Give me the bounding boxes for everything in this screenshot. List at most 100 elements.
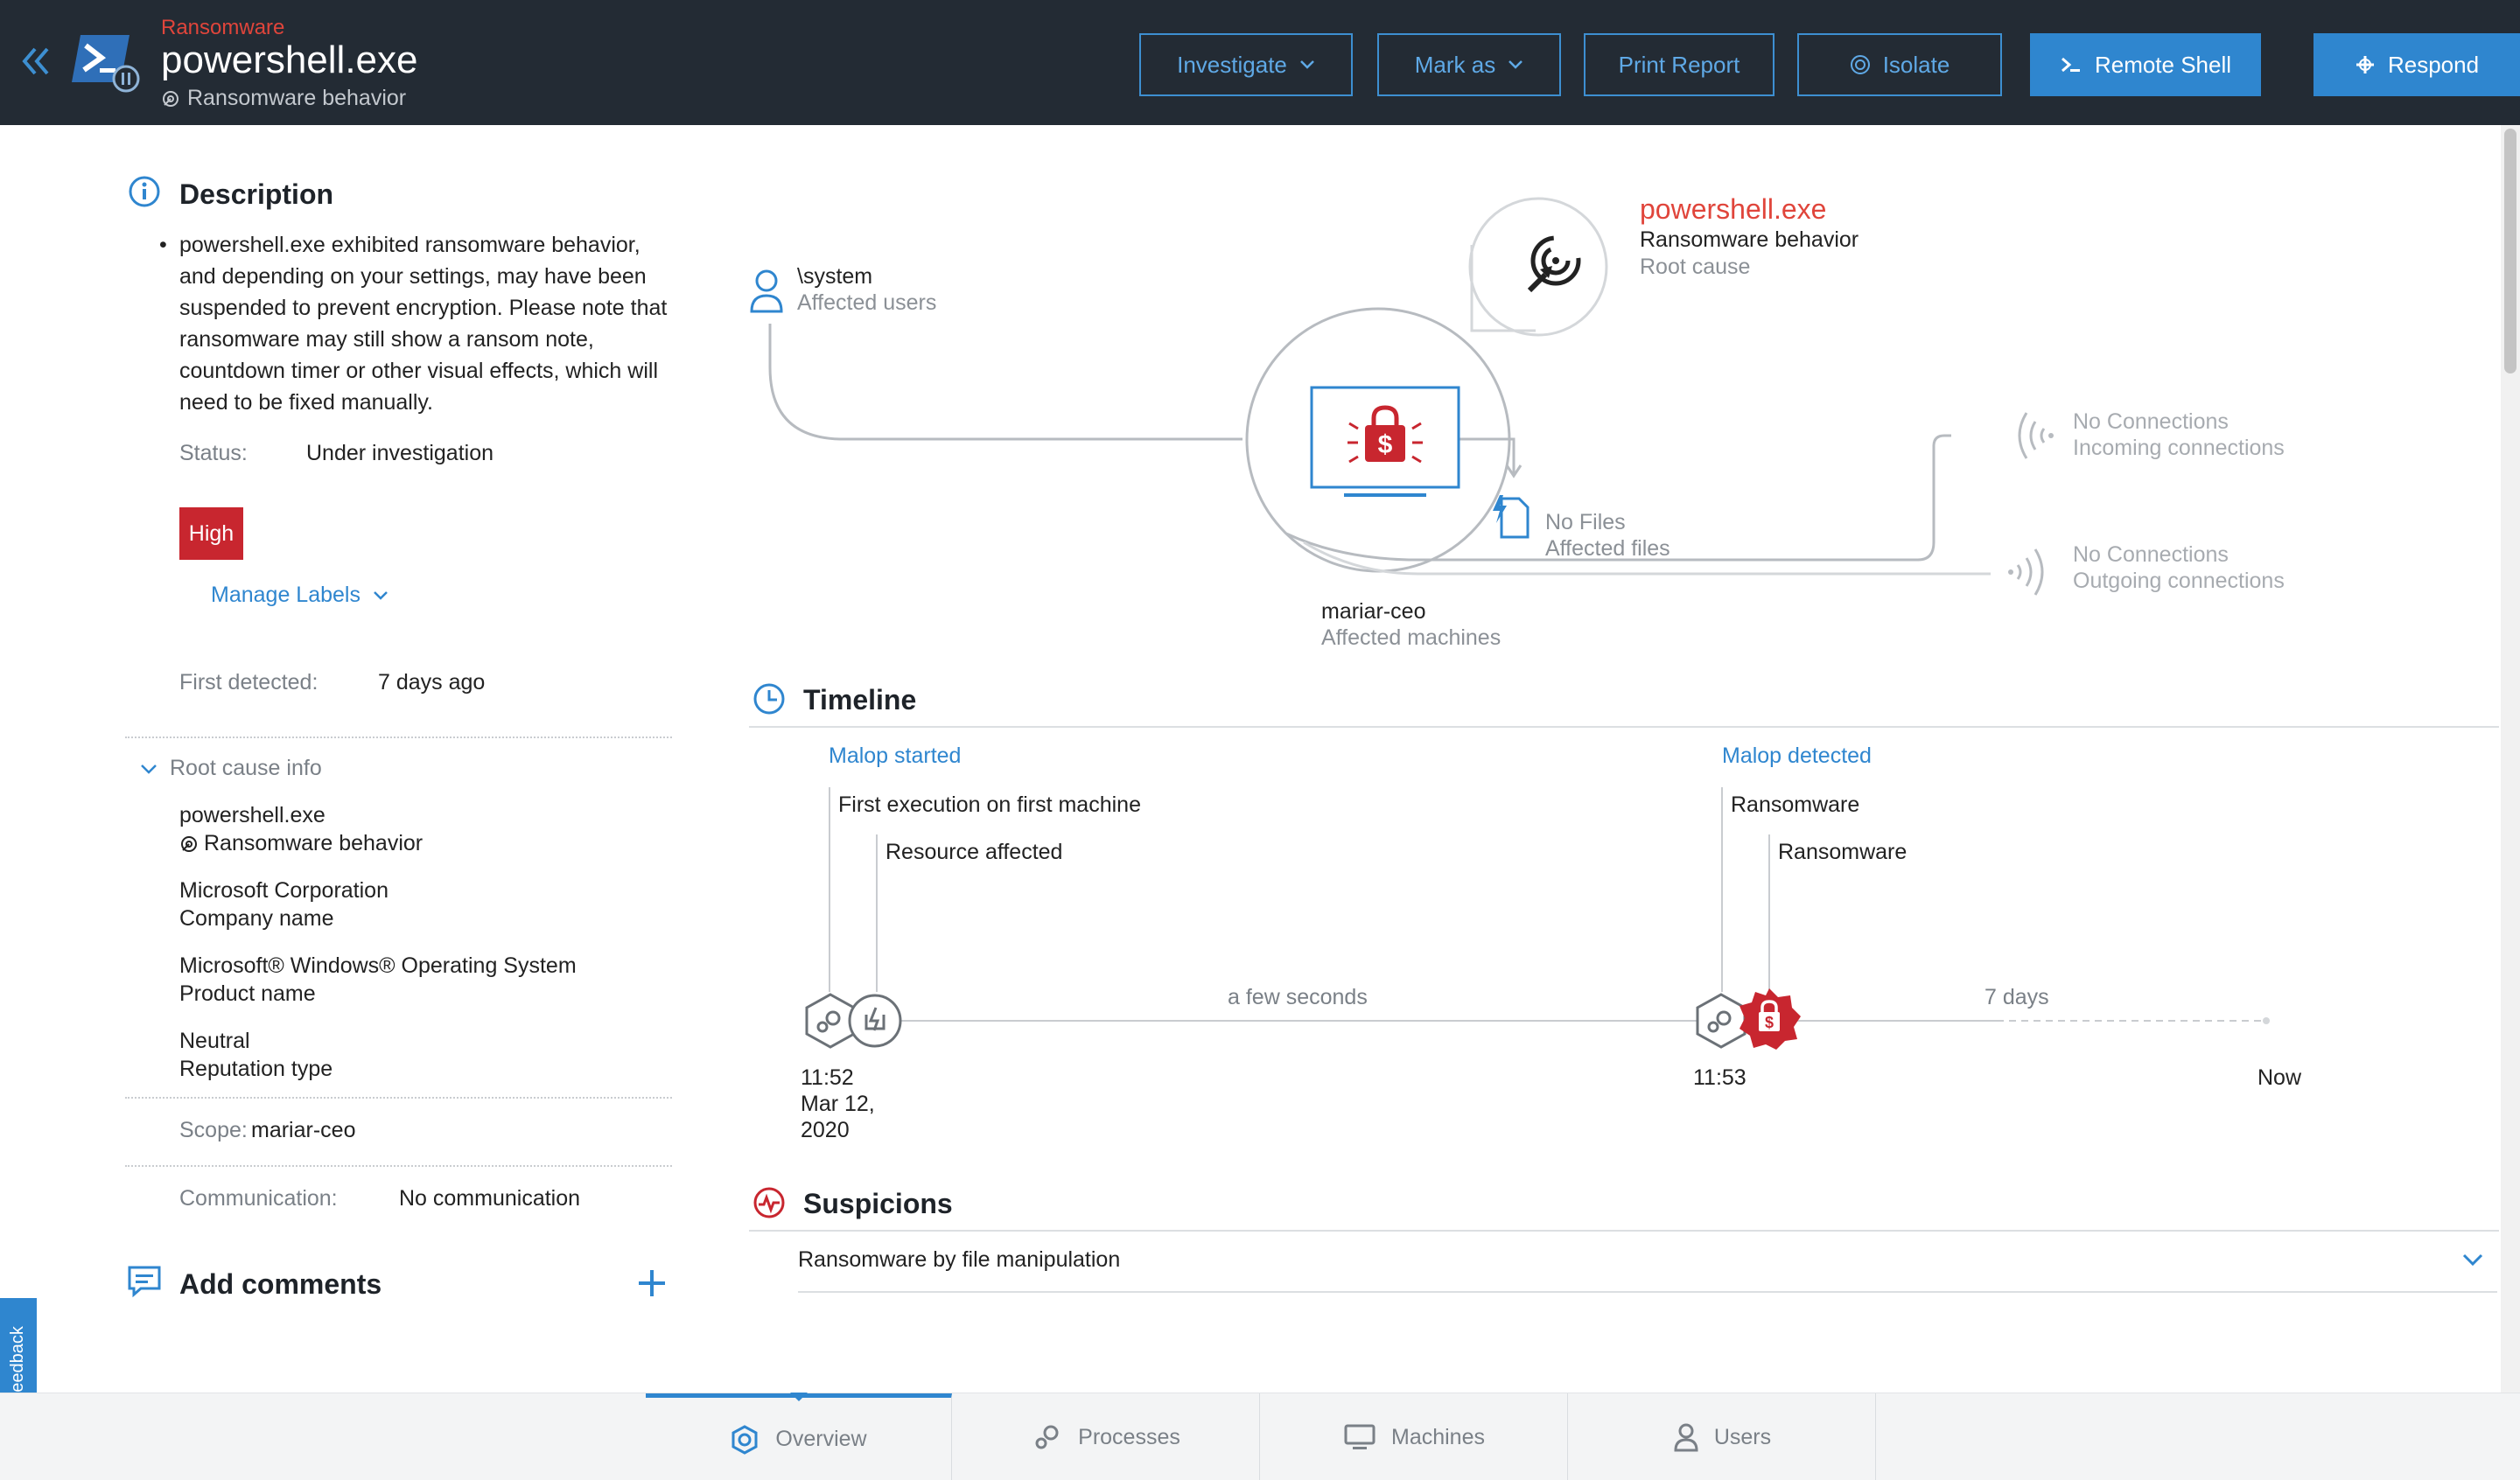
tab-users[interactable]: Users [1570, 1393, 1876, 1480]
root-cause-info-heading: Root cause info [170, 756, 322, 780]
resource-affected-icon[interactable] [846, 992, 904, 1050]
root-cause-info-toggle[interactable]: Root cause info [140, 756, 322, 781]
back-chevron-icon[interactable] [18, 42, 56, 80]
outgoing-connections-value: No Connections [2073, 542, 2229, 567]
isolate-icon [1850, 55, 1870, 74]
scrollbar[interactable] [2501, 125, 2520, 1393]
print-report-button[interactable]: Print Report [1584, 33, 1774, 96]
manage-labels-link[interactable]: Manage Labels [211, 583, 388, 608]
tab-machines[interactable]: Machines [1262, 1393, 1568, 1480]
feedback-label: Feedback [8, 1326, 27, 1403]
mark-as-label: Mark as [1414, 51, 1496, 78]
processes-gear-icon [1035, 1425, 1059, 1449]
mark-as-dropdown[interactable]: Mark as [1377, 33, 1561, 96]
chevron-down-icon[interactable] [2462, 1253, 2483, 1267]
tab-overview-label: Overview [775, 1427, 867, 1451]
status-label: Status: [179, 441, 248, 465]
root-cause-behavior: Ransomware behavior [1640, 227, 1859, 252]
suspicions-pulse-icon [753, 1187, 785, 1218]
outgoing-connections-label: Outgoing connections [2073, 569, 2285, 593]
file-icon [1493, 495, 1530, 539]
scope-value: mariar-ceo [251, 1118, 356, 1142]
detected-time: 11:53 [1693, 1065, 1746, 1090]
affected-machine-label: Affected machines [1321, 625, 1502, 650]
malop-detected-label: Malop detected [1722, 743, 1872, 768]
malop-title: powershell.exe [161, 38, 418, 81]
comment-icon [128, 1266, 161, 1298]
suspicion-name: Ransomware by file manipulation [798, 1247, 1121, 1272]
root-cause-target-icon [1527, 235, 1581, 293]
svg-text:$: $ [1765, 1014, 1774, 1031]
malop-subtitle-text: Ransomware behavior [187, 86, 407, 110]
affected-files-value: No Files [1545, 510, 1626, 534]
malop-category: Ransomware [161, 16, 285, 39]
remote-shell-button[interactable]: Remote Shell [2030, 33, 2261, 96]
chevron-down-icon [141, 764, 157, 774]
scope-label: Scope: [179, 1118, 248, 1142]
malop-subtitle: Ransomware behavior [161, 86, 406, 111]
ransomware-detected-icon[interactable]: $ [1736, 987, 1802, 1053]
respond-button[interactable]: Respond [2314, 33, 2520, 96]
timeline-heading: Timeline [803, 684, 917, 716]
reputation-value: Neutral [179, 1029, 250, 1053]
affected-files-label: Affected files [1545, 536, 1670, 561]
tab-machines-label: Machines [1391, 1424, 1485, 1449]
clock-icon [753, 683, 785, 715]
info-icon [129, 176, 160, 207]
manage-labels-label: Manage Labels [211, 583, 360, 607]
chevron-down-icon [1299, 60, 1314, 69]
suspicion-row[interactable]: Ransomware by file manipulation [798, 1230, 2497, 1293]
affected-users-label: Affected users [797, 290, 937, 315]
malop-header: Ransomware powershell.exe Ransomware beh… [0, 0, 2520, 125]
ransomware-machine-icon[interactable]: $ [1309, 385, 1463, 500]
user-icon [1674, 1423, 1698, 1452]
outgoing-connections-icon [2008, 548, 2044, 596]
divider [125, 1097, 672, 1099]
divider [125, 737, 672, 738]
communication-label: Communication: [179, 1186, 338, 1211]
overview-icon [732, 1424, 758, 1455]
root-process-name: powershell.exe [179, 803, 326, 827]
description-heading: Description [179, 178, 334, 210]
affected-users-value[interactable]: \system [797, 263, 872, 290]
gap-duration-2: 7 days [1984, 985, 2049, 1009]
root-cause-title[interactable]: powershell.exe [1640, 195, 1826, 223]
malop-started-label: Malop started [829, 743, 962, 768]
user-icon [750, 269, 783, 313]
timeline-divider [749, 726, 2499, 728]
now-label: Now [2258, 1065, 2302, 1090]
company-value: Microsoft Corporation [179, 878, 388, 903]
affected-machine-value[interactable]: mariar-ceo [1321, 598, 1425, 625]
terminal-icon [2061, 57, 2080, 73]
add-comments-heading: Add comments [179, 1268, 382, 1300]
root-cause-label: Root cause [1640, 255, 1751, 279]
suspicions-heading: Suspicions [803, 1188, 953, 1219]
description-text: powershell.exe exhibited ransomware beha… [179, 233, 668, 415]
chevron-down-icon [1508, 60, 1523, 69]
incoming-connections-label: Incoming connections [2073, 436, 2285, 460]
ransomware-behavior-icon [181, 835, 197, 852]
reputation-label: Reputation type [179, 1057, 333, 1081]
bottom-tab-bar: Overview Processes Machines Users [0, 1393, 2520, 1480]
tab-processes[interactable]: Processes [954, 1393, 1260, 1480]
incoming-connections-value: No Connections [2073, 409, 2229, 434]
scrollbar-thumb[interactable] [2504, 129, 2516, 373]
timeline-track [829, 787, 2270, 1024]
start-time: 11:52 [801, 1065, 854, 1090]
incoming-connections-icon [2018, 412, 2054, 459]
add-comment-plus-icon[interactable] [635, 1267, 668, 1300]
severity-badge: High [179, 507, 243, 560]
investigate-label: Investigate [1177, 51, 1287, 78]
communication-value: No communication [399, 1186, 581, 1211]
isolate-label: Isolate [1882, 51, 1950, 78]
start-date-line-1: Mar 12, [801, 1092, 875, 1116]
investigate-dropdown[interactable]: Investigate [1139, 33, 1353, 96]
remote-shell-label: Remote Shell [2094, 51, 2232, 78]
isolate-button[interactable]: Isolate [1797, 33, 2002, 96]
tab-overview[interactable]: Overview [646, 1393, 952, 1480]
respond-label: Respond [2387, 51, 2480, 78]
machine-monitor-icon [1344, 1424, 1376, 1449]
active-tab-caret [790, 1393, 808, 1401]
first-detected-value: 7 days ago [378, 670, 486, 695]
product-value: Microsoft® Windows® Operating System [179, 953, 577, 978]
